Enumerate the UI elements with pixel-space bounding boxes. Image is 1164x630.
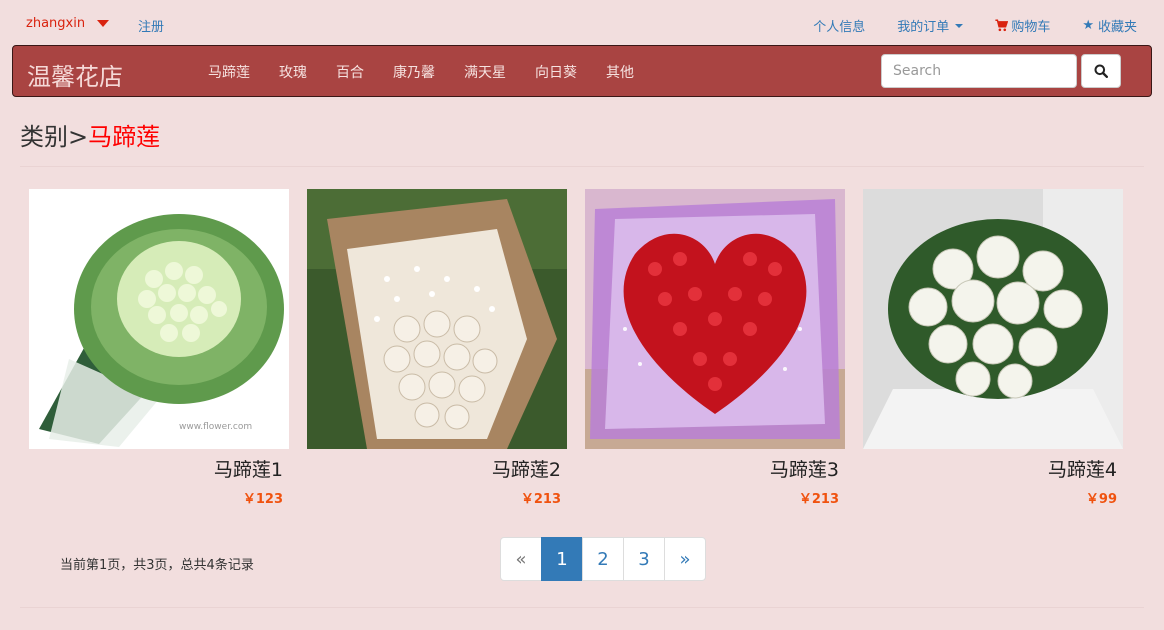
product-name[interactable]: 马蹄莲1 <box>29 455 289 482</box>
product-name[interactable]: 马蹄莲4 <box>863 455 1123 482</box>
next-page-button[interactable]: » <box>664 537 706 581</box>
prev-page-button[interactable]: « <box>500 537 542 581</box>
profile-link-label: 个人信息 <box>813 20 866 35</box>
divider <box>20 166 1144 167</box>
product-image[interactable] <box>585 189 845 449</box>
username-label: zhangxin <box>26 16 86 31</box>
nav-item-lily[interactable]: 百合 <box>336 62 364 82</box>
product-image[interactable]: www.flower.com <box>29 189 289 449</box>
pagination-info: 当前第1页，共3页，总共4条记录 <box>60 558 254 573</box>
nav-item-calla-lily[interactable]: 马蹄莲 <box>208 62 250 82</box>
product-price: ￥213 <box>798 492 839 507</box>
search-icon <box>1094 64 1108 78</box>
product-name[interactable]: 马蹄莲2 <box>307 455 567 482</box>
search-button[interactable] <box>1081 54 1121 88</box>
star-icon: ★ <box>1082 18 1094 33</box>
page-button-3[interactable]: 3 <box>623 537 665 581</box>
category-nav: 马蹄莲 玫瑰 百合 康乃馨 满天星 向日葵 其他 <box>208 62 663 82</box>
page-button-2[interactable]: 2 <box>582 537 624 581</box>
product-image[interactable] <box>863 189 1123 449</box>
product-name[interactable]: 马蹄莲3 <box>585 455 845 482</box>
product-price: ￥213 <box>520 492 561 507</box>
nav-item-babys-breath[interactable]: 满天星 <box>464 62 506 82</box>
product-card[interactable]: www.flower.com 马蹄莲1 ￥123 <box>29 189 289 507</box>
pagination: « 1 2 3 » <box>500 537 706 581</box>
favorites-link-label: 收藏夹 <box>1097 20 1137 35</box>
nav-item-sunflower[interactable]: 向日葵 <box>535 62 577 82</box>
register-link[interactable]: 注册 <box>138 16 164 35</box>
chevron-down-icon <box>97 20 110 27</box>
product-image[interactable] <box>307 189 567 449</box>
category-name: 马蹄莲 <box>88 123 161 151</box>
chevron-down-icon <box>955 23 964 28</box>
product-price: ￥123 <box>242 492 283 507</box>
orders-dropdown[interactable]: 我的订单 <box>897 16 964 35</box>
orders-link-label: 我的订单 <box>897 20 950 35</box>
cart-link[interactable]: 购物车 <box>995 16 1050 35</box>
product-card[interactable]: 马蹄莲4 ￥99 <box>863 189 1123 507</box>
top-right-links: 个人信息 我的订单 购物车 ★ 收藏夹 <box>813 16 1137 35</box>
product-card[interactable]: 马蹄莲2 ￥213 <box>307 189 567 507</box>
product-price: ￥99 <box>1085 492 1117 507</box>
favorites-link[interactable]: ★ 收藏夹 <box>1082 16 1137 35</box>
user-dropdown[interactable]: zhangxin <box>26 16 110 31</box>
top-bar: zhangxin 注册 个人信息 我的订单 购物车 ★ 收藏夹 <box>0 0 1164 44</box>
cart-link-label: 购物车 <box>1011 20 1051 35</box>
page-button-1[interactable]: 1 <box>541 537 583 581</box>
brand-logo[interactable]: 温馨花店 <box>27 57 123 92</box>
nav-item-rose[interactable]: 玫瑰 <box>279 62 307 82</box>
main-navbar: 温馨花店 马蹄莲 玫瑰 百合 康乃馨 满天星 向日葵 其他 <box>12 45 1152 97</box>
product-card[interactable]: 马蹄莲3 ￥213 <box>585 189 845 507</box>
nav-item-carnation[interactable]: 康乃馨 <box>393 62 435 82</box>
svg-text:www.flower.com: www.flower.com <box>179 422 252 432</box>
search-input[interactable] <box>881 54 1077 88</box>
nav-item-other[interactable]: 其他 <box>606 62 634 82</box>
shopping-cart-icon <box>995 19 1009 32</box>
profile-link[interactable]: 个人信息 <box>813 16 865 35</box>
divider <box>20 607 1144 608</box>
breadcrumb-prefix: 类别> <box>20 123 89 151</box>
page-title: 类别>马蹄莲 <box>20 117 160 152</box>
